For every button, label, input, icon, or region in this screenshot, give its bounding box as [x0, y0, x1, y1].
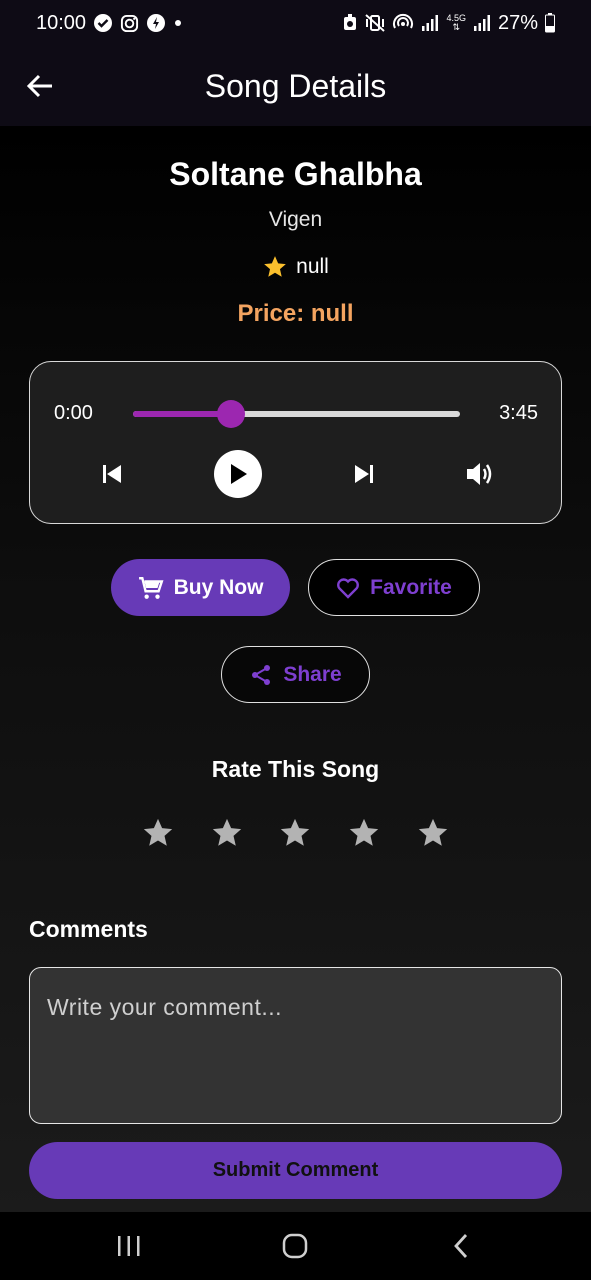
system-nav-bar [0, 1212, 591, 1280]
skip-previous-button[interactable] [96, 458, 128, 490]
battery-percent: 27% [497, 11, 538, 34]
favorite-label: Favorite [370, 575, 452, 599]
volume-icon [467, 463, 492, 485]
buy-now-button[interactable]: Buy Now [111, 559, 290, 616]
chevron-left-icon [454, 1234, 468, 1258]
recent-apps-icon [118, 1236, 140, 1256]
hotspot-icon [392, 13, 414, 33]
share-icon [252, 664, 271, 685]
rate-title: Rate This Song [211, 756, 380, 782]
favorite-button[interactable]: Favorite [308, 559, 480, 616]
seek-thumb[interactable] [217, 400, 246, 428]
buy-now-label: Buy Now [173, 575, 264, 599]
song-rating: null [0, 254, 591, 280]
rate-stars [141, 816, 451, 856]
status-right: 4.5G ⇅ 27% [342, 12, 555, 35]
app-badge-icon [146, 13, 166, 33]
song-artist: Vigen [268, 208, 323, 231]
share-button[interactable]: Share [221, 646, 370, 703]
rate-star-2-icon[interactable] [210, 816, 244, 850]
skip-previous-icon [103, 465, 121, 483]
rate-star-1-icon[interactable] [141, 816, 175, 850]
alarm-icon [342, 14, 358, 32]
arrow-left-icon [26, 74, 52, 98]
song-details-content: Soltane Ghalbha Vigen null Price: null 0… [0, 126, 591, 1212]
dot-icon [173, 18, 183, 28]
skip-next-button[interactable] [348, 458, 380, 490]
audio-player: 0:00 3:45 [29, 361, 562, 524]
back-button[interactable] [24, 70, 56, 102]
rate-star-5-icon[interactable] [416, 816, 450, 850]
song-price: Price: null [237, 300, 354, 327]
seek-slider[interactable] [133, 400, 460, 428]
shield-check-icon [93, 13, 113, 33]
home-button[interactable] [275, 1230, 315, 1262]
star-icon [264, 256, 286, 277]
share-label: Share [283, 662, 342, 686]
rating-value: null [296, 255, 329, 278]
signal-icon [473, 14, 491, 32]
current-time: 0:00 [54, 402, 93, 424]
instagram-icon [120, 14, 139, 33]
home-icon [282, 1233, 308, 1259]
skip-next-icon [355, 465, 373, 483]
comments-label: Comments [29, 916, 148, 942]
song-title: Soltane Ghalbha [169, 156, 422, 192]
recent-apps-button[interactable] [109, 1230, 149, 1262]
network-type: 4.5G ⇅ [446, 13, 466, 32]
submit-comment-label: Submit Comment [212, 1159, 379, 1181]
signal-icon [421, 14, 439, 32]
rate-star-4-icon[interactable] [347, 816, 381, 850]
status-left: 10:00 [36, 12, 183, 35]
cart-icon [138, 576, 164, 599]
status-time: 10:00 [36, 11, 87, 34]
back-nav-button[interactable] [441, 1230, 481, 1262]
volume-button[interactable] [462, 456, 498, 492]
comment-input[interactable] [29, 967, 562, 1124]
vibrate-mute-icon [365, 14, 386, 32]
play-icon [231, 464, 247, 484]
page-title: Song Details [204, 67, 387, 104]
play-button[interactable] [214, 450, 262, 498]
submit-comment-button[interactable]: Submit Comment [29, 1142, 562, 1199]
status-bar: 10:00 4.5G ⇅ 27% [0, 0, 591, 46]
total-time: 3:45 [499, 402, 538, 424]
app-bar: Song Details [0, 46, 591, 126]
rate-star-3-icon[interactable] [278, 816, 312, 850]
heart-icon [337, 577, 360, 599]
battery-icon [545, 13, 555, 33]
